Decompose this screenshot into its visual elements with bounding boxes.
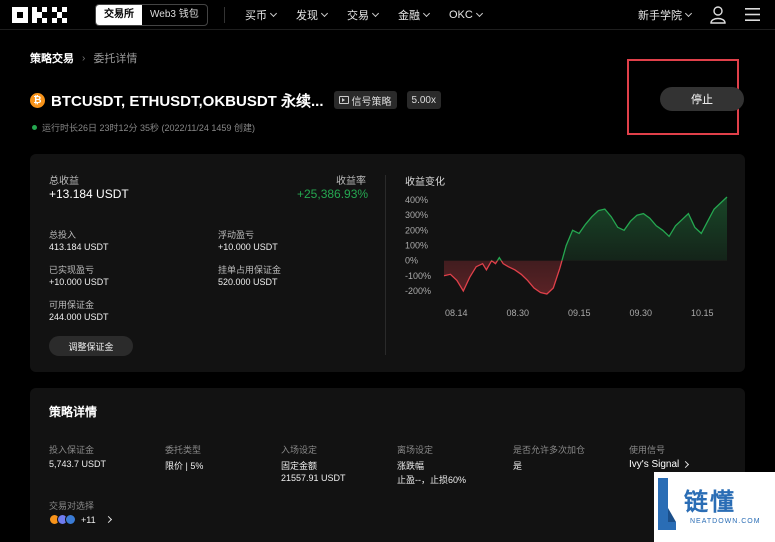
total-investment-value: 413.184 USDT [49,242,109,252]
chevron-down-icon [371,9,380,18]
chevron-down-icon [320,9,329,18]
signal-name: Ivy's Signal [629,459,680,470]
strategy-header: ₿ BTCUSDT, ETHUSDT,OKBUSDT 永续... 信号策略 5.… [30,90,441,110]
y-tick-label: -100% [405,271,431,281]
nav-divider [224,7,225,23]
okx-logo[interactable] [12,7,76,23]
okb-coin-icon [65,514,76,525]
floating-pnl-value: +10.000 USDT [218,242,278,252]
total-investment-label: 总投入 [49,230,77,240]
x-tick-label: 08.14 [445,308,468,318]
tab-web3-wallet[interactable]: Web3 钱包 [142,5,207,25]
strategy-title: BTCUSDT, ETHUSDT,OKBUSDT 永续... [51,92,324,110]
chevron-down-icon [475,9,483,18]
card-divider [385,175,386,355]
menu-okc[interactable]: OKC [449,9,483,21]
menu-finance[interactable]: 金融 [398,7,431,23]
chevron-right-icon [104,515,112,524]
stop-button[interactable]: 停止 [660,87,744,111]
running-status-dot [32,125,37,130]
menu-label: OKC [449,9,473,21]
x-tick-label: 08.30 [507,308,530,318]
l-logo-icon [658,478,676,530]
main-menu: 买币 发现 交易 金融 OKC [245,0,483,30]
signal-strategy-tag: 信号策略 [333,91,397,109]
y-tick-label: 200% [405,225,428,235]
realized-pnl-value: +10.000 USDT [49,277,109,287]
entry-setting-label: 入场设定 [281,445,318,455]
menu-label: 发现 [296,10,318,22]
breadcrumb-separator: › [82,52,86,64]
menu-discover[interactable]: 发现 [296,7,329,23]
hamburger-menu-icon[interactable] [745,8,760,21]
menu-academy[interactable]: 新手学院 [638,0,693,30]
breadcrumb-strategy-trading[interactable]: 策略交易 [30,50,74,66]
menu-label: 金融 [398,10,420,22]
breadcrumb: 策略交易 › 委托详情 [30,50,137,66]
pairs-label: 交易对选择 [49,501,95,511]
total-profit-value: +13.184 USDT [49,187,129,201]
entry-amount-value: 21557.91 USDT [281,473,346,483]
runtime-text: 运行时长26日 23时12分 35秒 (2022/11/24 1459 创建) [42,123,255,133]
chevron-right-icon [682,460,690,469]
order-margin-value: 520.000 USDT [218,277,278,287]
menu-trade[interactable]: 交易 [347,7,380,23]
pairs-selector[interactable]: +11 [49,514,112,525]
x-tick-label: 10.15 [691,308,714,318]
y-tick-label: 300% [405,210,428,220]
investment-margin-value: 5,743.7 USDT [49,459,107,469]
play-icon [338,96,349,104]
order-type-value: 限价 | 5% [165,461,204,471]
y-tick-label: 0% [405,256,418,266]
details-title: 策略详情 [49,405,98,419]
yield-label: 收益率 [336,176,366,187]
exit-tp-sl-value: 止盈--，止损60% [397,475,467,485]
pairs-more-count: +11 [81,514,96,525]
exit-type-value: 涨跌幅 [397,461,425,471]
floating-pnl-label: 浮动盈亏 [218,230,255,240]
profit-chart: 400% 300% 200% 100% 0% -100% -200% 08.14 08.30 09… [405,195,728,318]
exchange-wallet-toggle: 交易所 Web3 钱包 [95,4,208,26]
leverage-tag: 5.00x [406,91,441,109]
chevron-down-icon [269,9,278,18]
realized-pnl-label: 已实现盈亏 [49,265,95,275]
total-profit-label: 总收益 [49,176,79,187]
watermark-logo: 链懂 NEATDOWN.COM [654,472,775,542]
multi-entry-value: 是 [513,461,523,471]
x-tick-label: 09.30 [630,308,653,318]
y-tick-label: 100% [405,241,428,251]
tab-exchange[interactable]: 交易所 [96,5,142,25]
tag-label: 信号策略 [351,96,392,108]
order-type-label: 委托类型 [165,445,202,455]
available-margin-value: 244.000 USDT [49,312,109,322]
investment-margin-label: 投入保证金 [49,445,95,455]
user-icon[interactable] [710,6,726,24]
watermark-text: 链懂 [684,488,736,516]
yield-value: +25,386.93% [297,187,369,201]
bitcoin-icon: ₿ [30,92,45,108]
adjust-margin-button[interactable]: 调整保证金 [49,336,133,356]
signal-label: 使用信号 [629,445,666,455]
menu-label: 交易 [347,10,369,22]
y-tick-label: 400% [405,195,428,205]
top-navbar: 交易所 Web3 钱包 买币 发现 交易 金融 OKC 新手学院 [0,0,775,30]
menu-label: 买币 [245,10,267,22]
watermark-subtext: NEATDOWN.COM [690,518,761,525]
breadcrumb-order-details: 委托详情 [93,53,138,65]
chevron-down-icon [422,9,431,18]
order-margin-label: 挂单占用保证金 [218,265,282,275]
multi-entry-label: 是否允许多次加仓 [513,445,586,455]
exit-setting-label: 离场设定 [397,445,434,455]
runtime-info: 运行时长26日 23时12分 35秒 (2022/11/24 1459 创建) [32,121,255,134]
y-tick-label: -200% [405,286,431,296]
profit-area-positive [497,197,727,261]
available-margin-label: 可用保证金 [49,300,95,310]
entry-type-value: 固定金额 [281,461,318,471]
menu-buy-crypto[interactable]: 买币 [245,7,278,23]
signal-link[interactable]: Ivy's Signal [629,459,690,470]
chevron-down-icon [684,9,693,18]
x-tick-label: 09.15 [568,308,591,318]
academy-label: 新手学院 [638,10,682,22]
